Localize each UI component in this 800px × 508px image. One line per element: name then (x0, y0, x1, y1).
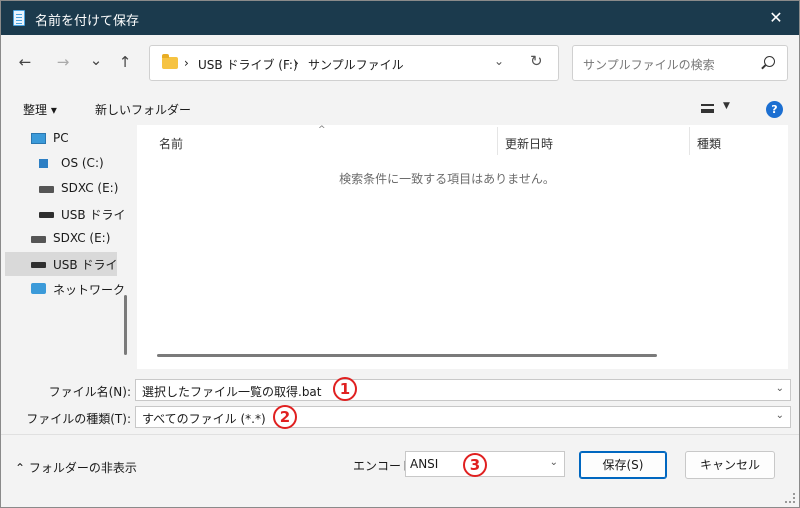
search-input[interactable]: サンプルファイルの検索 (583, 56, 715, 73)
address-dropdown-icon[interactable]: ⌄ (494, 54, 504, 68)
folder-icon (162, 54, 178, 69)
save-button[interactable]: 保存(S) (579, 451, 667, 479)
breadcrumb-separator: › (294, 56, 299, 70)
chevron-down-icon[interactable]: ⌄ (776, 410, 784, 421)
column-divider[interactable] (689, 127, 690, 155)
sidebar-item-label: SDXC (E:) (53, 231, 111, 245)
divider (1, 434, 799, 435)
new-folder-button[interactable]: 新しいフォルダー (95, 101, 191, 118)
filename-label: ファイル名(N): (48, 385, 131, 399)
windows-drive-icon (39, 159, 48, 168)
annotation-badge-2: 2 (273, 405, 297, 429)
breadcrumb-sample-file[interactable]: サンプルファイル (308, 56, 404, 73)
sidebar-item-sdxc-e[interactable]: SDXC (E:) (5, 177, 125, 201)
sidebar-item-pc[interactable]: PC (5, 127, 125, 151)
organize-menu[interactable]: 整理 ▾ (23, 101, 57, 118)
save-as-dialog: 名前を付けて保存 ✕ ← → ⌄ ↑ › USB ドライブ (F:) › サンプ… (0, 0, 800, 508)
back-arrow-icon[interactable]: ← (13, 53, 37, 71)
breadcrumb-separator: › (184, 56, 189, 70)
resize-grip-icon[interactable] (785, 493, 795, 503)
hide-folders-toggle[interactable]: ⌃ フォルダーの非表示 (15, 459, 137, 476)
network-icon (31, 283, 46, 294)
sidebar-item-label: SDXC (E:) (61, 181, 119, 195)
search-box[interactable]: サンプルファイルの検索 (572, 45, 788, 81)
chevron-down-icon[interactable]: ⌄ (776, 383, 784, 394)
sidebar-item-usb-drive-selected[interactable]: USB ドライブ (5, 252, 117, 276)
file-list[interactable]: ^ 名前 更新日時 種類 検索条件に一致する項目はありません。 (137, 125, 788, 369)
sidebar-item-label: PC (53, 131, 69, 145)
view-list-icon[interactable] (701, 104, 714, 113)
title-bar: 名前を付けて保存 ✕ (1, 1, 799, 35)
search-icon[interactable] (764, 56, 775, 67)
column-divider[interactable] (497, 127, 498, 155)
drive-icon (39, 186, 54, 193)
chevron-down-icon[interactable]: ⌄ (550, 457, 558, 468)
forward-arrow-icon[interactable]: → (51, 53, 75, 71)
annotation-badge-3: 3 (463, 453, 487, 477)
column-header-name[interactable]: 名前 (159, 135, 183, 152)
cancel-button[interactable]: キャンセル (685, 451, 775, 479)
horizontal-scrollbar[interactable] (157, 354, 657, 357)
sidebar-item-label: ネットワーク (53, 283, 125, 297)
annotation-badge-1: 1 (333, 377, 357, 401)
column-header-modified[interactable]: 更新日時 (505, 135, 553, 152)
usb-drive-icon (31, 262, 46, 268)
column-header-type[interactable]: 種類 (697, 135, 721, 152)
filename-field[interactable]: 選択したファイル一覧の取得.bat ⌄ (135, 379, 791, 401)
refresh-icon[interactable]: ↻ (530, 52, 543, 70)
sidebar-scrollbar[interactable] (124, 295, 127, 355)
drive-icon (31, 236, 46, 243)
sort-caret-icon: ^ (318, 125, 326, 135)
sidebar-item-label: OS (C:) (61, 156, 104, 170)
encoding-value: ANSI (410, 457, 439, 471)
empty-message: 検索条件に一致する項目はありません。 (339, 172, 555, 186)
address-bar[interactable]: › USB ドライブ (F:) › サンプルファイル ⌄ ↻ (149, 45, 559, 81)
sidebar-item-label: USB ドライブ (61, 208, 125, 222)
navigation-pane: PC OS (C:) SDXC (E:) USB ドライブ SDXC (E:) … (5, 125, 133, 369)
help-icon[interactable]: ? (766, 101, 783, 118)
filetype-select[interactable]: すべてのファイル (*.*) ⌄ (135, 406, 791, 428)
filetype-label: ファイルの種類(T): (26, 412, 131, 426)
close-button[interactable]: ✕ (753, 1, 799, 35)
sidebar-item-usb-drive[interactable]: USB ドライブ (5, 202, 125, 226)
up-arrow-icon[interactable]: ↑ (113, 53, 137, 71)
pc-icon (31, 133, 46, 144)
breadcrumb-usb-drive[interactable]: USB ドライブ (F:) (198, 56, 298, 73)
notepad-icon (13, 10, 25, 26)
sidebar-item-os-c[interactable]: OS (C:) (5, 152, 125, 176)
usb-drive-icon (39, 212, 54, 218)
view-dropdown-icon[interactable]: ▼ (723, 101, 730, 111)
sidebar-item-sdxc-e-root[interactable]: SDXC (E:) (5, 227, 125, 251)
filename-input[interactable]: 選択したファイル一覧の取得.bat (142, 383, 322, 400)
dialog-title: 名前を付けて保存 (35, 14, 140, 29)
recent-locations-chevron-icon[interactable]: ⌄ (84, 51, 108, 69)
sidebar-item-network[interactable]: ネットワーク (5, 277, 125, 301)
filetype-value: すべてのファイル (*.*) (142, 412, 266, 426)
sidebar-item-label: USB ドライブ (53, 258, 117, 272)
